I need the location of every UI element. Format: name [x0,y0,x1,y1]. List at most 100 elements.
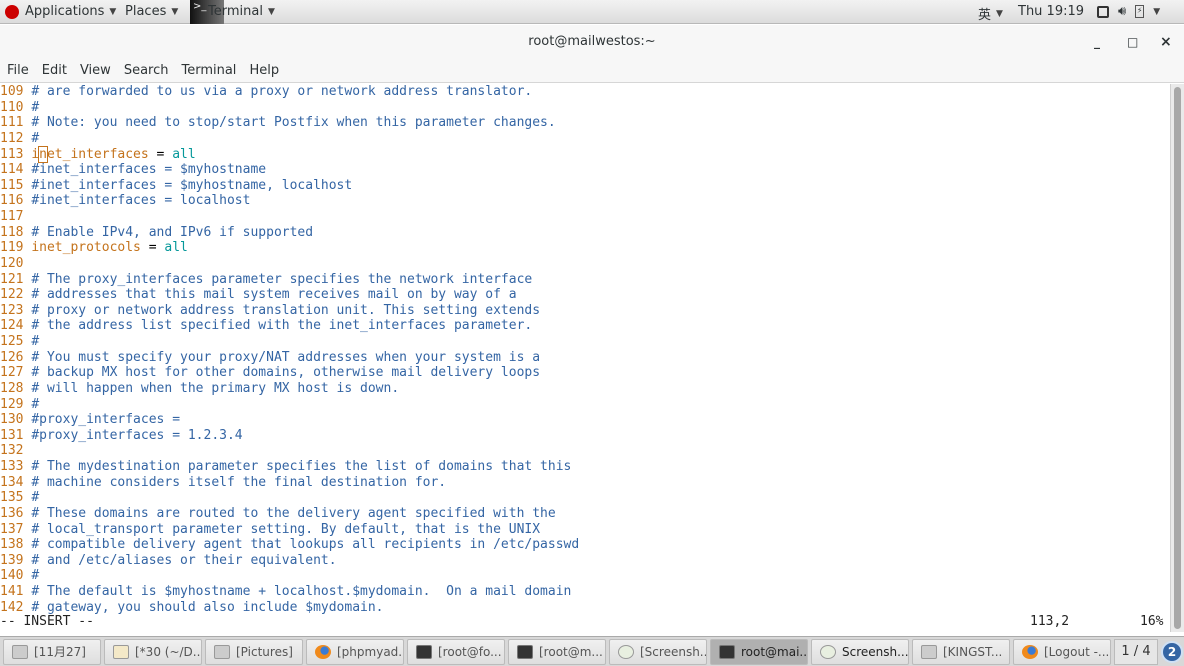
system-menu[interactable]: 🔊︎ ⚡ ▼ [1097,4,1160,19]
line-number: 109 [0,84,24,99]
line-number: 133 [0,459,24,474]
vertical-scrollbar[interactable] [1170,84,1184,632]
terminal-icon [517,644,533,659]
terminal-icon [416,644,432,659]
line-number: 135 [0,490,24,506]
code-text: # compatible delivery agent that lookups… [31,537,580,553]
line-number: 139 [0,552,24,568]
line-number: 128 [0,380,24,396]
code-text: # gateway, you should also include $mydo… [31,599,384,615]
taskbar-item[interactable]: [Logout -... [1013,638,1111,665]
caret-down-icon: ▼ [171,6,179,17]
firefox-icon [315,644,331,659]
taskbar-item[interactable]: [phpmyad... [306,638,404,665]
taskbar-item-label: [root@m... [539,644,603,659]
terminal-line: 126 # You must specify your proxy/NAT ad… [0,350,1170,366]
clock-label: Thu 19:19 [1018,4,1085,19]
taskbar-item[interactable]: [11月27] [3,638,101,665]
taskbar-item-label: [Screensh... [640,644,707,659]
taskbar-item[interactable]: [KINGST... [912,638,1010,665]
minimize-button[interactable]: _ [1094,25,1100,59]
taskbar-item[interactable]: [*30 (~/D... [104,638,202,665]
workspace-switcher[interactable]: 1 / 4 [1114,638,1158,665]
folder-icon [921,644,937,659]
terminal-line: 121 # The proxy_interfaces parameter spe… [0,272,1170,288]
code-text: #inet_interfaces = $myhostname [31,162,267,178]
taskbar-item[interactable]: [root@fo... [407,638,505,665]
terminal-line: 119 inet_protocols = all [0,240,1170,256]
text-cursor: n [38,145,48,163]
input-method-label: 英 [978,8,992,23]
terminal-line: 139 # and /etc/aliases or their equivale… [0,553,1170,569]
terminal-line: 125 # [0,334,1170,350]
terminal-line: 132 [0,443,1170,459]
caret-down-icon: ▼ [1153,6,1161,17]
terminal-line: 117 [0,209,1170,225]
code-text: # and /etc/aliases or their equivalent. [31,552,337,568]
menu-view[interactable]: View [80,59,111,82]
taskbar-item-label: [root@fo... [438,644,502,659]
line-number: 126 [0,349,24,365]
line-number: 138 [0,537,24,553]
volume-icon: 🔊︎ [1118,4,1127,19]
vim-status-line: -- INSERT -- 113,2 16% [0,614,1170,630]
code-text: # the address list specified with the in… [31,318,533,334]
code-text: all [164,240,188,256]
code-text: # [31,490,40,506]
clock[interactable]: Thu 19:19 [1018,4,1084,19]
places-menu[interactable]: Places ▼ [125,4,178,19]
menu-edit[interactable]: Edit [42,59,67,82]
display-icon [1097,5,1109,18]
notification-badge[interactable]: 2 [1161,640,1183,663]
terminal-app-menu[interactable]: Terminal ▼ [208,4,275,19]
taskbar-item[interactable]: [root@m... [508,638,606,665]
code-text: # proxy or network address translation u… [31,302,541,318]
line-number: 141 [0,584,24,599]
taskbar-item[interactable]: [Screensh... [609,638,707,665]
taskbar-item-label: [KINGST... [943,644,1003,659]
terminal-label: Terminal [208,4,263,19]
terminal-line: 133 # The mydestination parameter specif… [0,459,1170,475]
applications-menu[interactable]: Applications ▼ [25,4,116,19]
code-text: # [31,99,40,115]
code-text: # addresses that this mail system receiv… [31,287,517,303]
line-number: 115 [0,177,24,193]
menu-help[interactable]: Help [249,59,279,82]
taskbar-item[interactable]: [Pictures] [205,638,303,665]
taskbar-item[interactable]: Screensh... [811,638,909,665]
menu-terminal[interactable]: Terminal [181,59,236,82]
scroll-percent: 16% [1140,614,1164,629]
code-text: # These domains are routed to the delive… [31,505,556,521]
menu-search[interactable]: Search [124,59,169,82]
line-number: 124 [0,318,24,334]
line-number: 127 [0,365,24,381]
folder-icon [214,644,230,659]
input-method-menu[interactable]: 英 ▼ [978,4,1003,23]
taskbar-item-label: [11月27] [34,645,86,659]
maximize-button[interactable]: □ [1127,25,1138,59]
taskbar-item-label: [Logout -... [1044,644,1110,659]
terminal-content[interactable]: 109 # are forwarded to us via a proxy or… [0,84,1170,632]
taskbar-item[interactable]: root@mai... [710,638,808,665]
terminal-line: 128 # will happen when the primary MX ho… [0,381,1170,397]
code-text: # local_transport parameter setting. By … [31,521,541,537]
terminal-line: 137 # local_transport parameter setting.… [0,522,1170,538]
code-text: = [140,240,165,256]
line-number: 134 [0,474,24,490]
line-number: 119 [0,240,24,256]
firefox-icon [1022,644,1038,659]
terminal-line: 114 #inet_interfaces = $myhostname [0,162,1170,178]
code-text: # Note: you need to stop/start Postfix w… [31,115,556,131]
line-number: 112 [0,130,24,146]
scrollbar-thumb[interactable] [1174,87,1181,629]
line-number: 123 [0,302,24,318]
window-titlebar: root@mailwestos:~ _ □ × [0,25,1184,59]
close-button[interactable]: × [1160,25,1172,59]
terminal-line: 140 # [0,568,1170,584]
menu-file[interactable]: File [7,59,29,82]
terminal-line: 116 #inet_interfaces = localhost [0,193,1170,209]
line-number: 110 [0,99,24,115]
window-title: root@mailwestos:~ [528,34,656,49]
terminal-line: 124 # the address list specified with th… [0,318,1170,334]
line-number: 136 [0,505,24,521]
